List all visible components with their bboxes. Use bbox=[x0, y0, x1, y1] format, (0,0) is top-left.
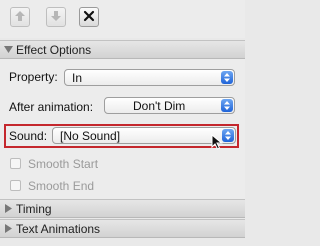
after-animation-value: Don't Dim bbox=[133, 99, 186, 113]
effect-options-title: Effect Options bbox=[16, 42, 92, 57]
text-animations-title: Text Animations bbox=[16, 221, 101, 236]
property-label: Property: bbox=[9, 70, 58, 84]
disclosure-collapsed-icon bbox=[0, 204, 16, 213]
sound-value: [No Sound] bbox=[60, 129, 121, 143]
smooth-end-label: Smooth End bbox=[28, 179, 95, 193]
delete-icon bbox=[83, 10, 95, 25]
after-animation-popup[interactable]: Don't Dim bbox=[104, 97, 235, 114]
smooth-start-checkbox[interactable] bbox=[10, 158, 21, 169]
sound-popup[interactable]: [No Sound] bbox=[52, 127, 236, 144]
disclosure-expanded-icon bbox=[0, 46, 16, 53]
animation-toolbar bbox=[0, 0, 245, 38]
move-up-button[interactable] bbox=[10, 7, 30, 27]
mouse-cursor-icon bbox=[211, 133, 223, 153]
after-animation-label: After animation: bbox=[9, 100, 94, 114]
move-up-icon bbox=[14, 10, 26, 25]
move-down-button[interactable] bbox=[46, 7, 66, 27]
popup-arrows-icon bbox=[222, 129, 234, 142]
property-popup[interactable]: In bbox=[64, 69, 235, 86]
property-value: In bbox=[72, 71, 83, 85]
effect-options-header[interactable]: Effect Options bbox=[0, 40, 245, 59]
smooth-end-checkbox[interactable] bbox=[10, 180, 21, 191]
popup-arrows-icon bbox=[221, 71, 233, 84]
move-down-icon bbox=[50, 10, 62, 25]
popup-arrows-icon bbox=[221, 99, 233, 112]
text-animations-header[interactable]: Text Animations bbox=[0, 219, 245, 238]
timing-header[interactable]: Timing bbox=[0, 199, 245, 218]
sound-label: Sound: bbox=[9, 129, 48, 143]
timing-title: Timing bbox=[16, 201, 52, 216]
disclosure-collapsed-icon bbox=[0, 224, 16, 233]
delete-button[interactable] bbox=[79, 7, 99, 27]
smooth-start-label: Smooth Start bbox=[28, 157, 99, 171]
